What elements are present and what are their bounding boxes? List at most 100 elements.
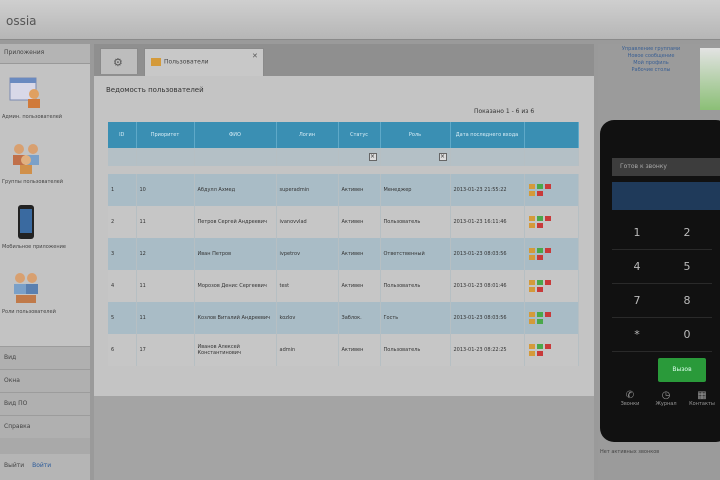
lock-icon[interactable]: [536, 255, 543, 260]
app-tile-mobile[interactable]: Мобильное приложение: [0, 202, 90, 267]
cell-name: Иванов Алексей Константинович: [194, 334, 277, 366]
view-icon[interactable]: [536, 216, 543, 221]
delete-icon[interactable]: [544, 184, 551, 189]
sidebar-section-windows[interactable]: Окна: [0, 369, 90, 392]
column-header-id[interactable]: ID: [108, 122, 137, 148]
edit-icon[interactable]: [528, 184, 535, 189]
view-icon[interactable]: [536, 184, 543, 189]
lock-icon[interactable]: [536, 191, 543, 196]
dial-keypad: 12 45 78 * 0: [612, 216, 720, 352]
phone-number-display[interactable]: [612, 182, 720, 210]
login-link[interactable]: Войти: [32, 462, 51, 469]
users-panel: Ведомость пользователей Показано 1 - 6 и…: [94, 76, 594, 396]
tab-users[interactable]: Пользователи: [144, 48, 264, 76]
key-icon[interactable]: [528, 287, 535, 292]
key-4[interactable]: 4: [612, 250, 662, 284]
delete-icon[interactable]: [544, 280, 551, 285]
key-icon[interactable]: [528, 319, 535, 324]
filter-cell[interactable]: [450, 148, 525, 166]
filter-cell[interactable]: [194, 148, 277, 166]
table-row[interactable]: 2 11 Петров Сергей Андреевич ivanovvlad …: [108, 206, 579, 238]
delete-icon[interactable]: [544, 312, 551, 317]
sidebar-section-software[interactable]: Вид ПО: [0, 392, 90, 415]
cell-status: Активен: [338, 334, 381, 366]
key-0[interactable]: 0: [662, 318, 712, 352]
table-row[interactable]: 1 10 Абдулл Ахмед superadmin Активен Мен…: [108, 174, 579, 206]
key-icon[interactable]: [528, 351, 535, 356]
view-icon[interactable]: [536, 344, 543, 349]
nav-history[interactable]: ◷ Журнал: [648, 390, 684, 407]
contacts-icon: ▦: [697, 390, 707, 401]
role-filter-dropdown[interactable]: ×: [438, 153, 447, 161]
app-tile-user-admin[interactable]: Админ. пользователей: [0, 72, 90, 137]
lock-icon[interactable]: [536, 223, 543, 228]
history-icon: ◷: [661, 390, 671, 401]
filter-cell[interactable]: [136, 148, 195, 166]
table-row[interactable]: 6 17 Иванов Алексей Константинович admin…: [108, 334, 579, 366]
filter-cell[interactable]: [108, 148, 137, 166]
key-2[interactable]: 2: [662, 216, 712, 250]
nav-contacts[interactable]: ▦ Контакты: [684, 390, 720, 407]
key-1[interactable]: 1: [612, 216, 662, 250]
cell-actions: [524, 238, 579, 270]
status-filter-dropdown[interactable]: ×: [368, 153, 377, 161]
filter-cell[interactable]: [276, 148, 339, 166]
column-header-priority[interactable]: Приоритет: [136, 122, 195, 148]
key-icon[interactable]: [528, 223, 535, 228]
key-icon[interactable]: [528, 191, 535, 196]
cell-priority: 10: [136, 174, 195, 206]
key-icon[interactable]: [528, 255, 535, 260]
edit-icon[interactable]: [528, 248, 535, 253]
column-header-login[interactable]: Логин: [276, 122, 339, 148]
sidebar-section-help[interactable]: Справка: [0, 415, 90, 438]
view-icon[interactable]: [536, 312, 543, 317]
view-icon[interactable]: [536, 280, 543, 285]
lock-icon[interactable]: [536, 351, 543, 356]
key-5[interactable]: 5: [662, 250, 712, 284]
unlock-icon[interactable]: [536, 319, 543, 324]
column-header-status[interactable]: Статус: [338, 122, 381, 148]
view-icon[interactable]: [536, 248, 543, 253]
link-manage-groups[interactable]: Управление группами: [606, 46, 696, 53]
table-row[interactable]: 3 12 Иван Петров ivpetrov Активен Ответс…: [108, 238, 579, 270]
edit-icon[interactable]: [528, 344, 535, 349]
column-header-name[interactable]: ФИО: [194, 122, 277, 148]
cell-status: Заблок.: [338, 302, 381, 334]
link-desktops[interactable]: Рабочие столы: [606, 67, 696, 74]
close-icon[interactable]: ✕: [252, 52, 258, 60]
delete-icon[interactable]: [544, 248, 551, 253]
key-star[interactable]: *: [612, 318, 662, 352]
delete-icon[interactable]: [544, 216, 551, 221]
edit-icon[interactable]: [528, 280, 535, 285]
cell-role: Ответственный: [380, 238, 451, 270]
call-button[interactable]: Вызов: [658, 358, 706, 382]
filter-cell[interactable]: ×: [380, 148, 451, 166]
sidebar-section-view[interactable]: Вид: [0, 346, 90, 369]
logout-label[interactable]: Выйти: [4, 462, 24, 469]
key-7[interactable]: 7: [612, 284, 662, 318]
cell-role: Пользователь: [380, 206, 451, 238]
key-8[interactable]: 8: [662, 284, 712, 318]
edit-icon[interactable]: [528, 312, 535, 317]
filter-cell: [524, 148, 579, 166]
link-new-message[interactable]: Новое сообщение: [606, 53, 696, 60]
app-tile-user-roles[interactable]: Роли пользователей: [0, 267, 90, 332]
app-tile-label: Группы пользователей: [2, 179, 63, 185]
gear-icon: ⚙: [113, 56, 123, 69]
link-my-profile[interactable]: Мой профиль: [606, 60, 696, 67]
edit-icon[interactable]: [528, 216, 535, 221]
column-header-role[interactable]: Роль: [380, 122, 451, 148]
users-table: ID Приоритет ФИО Логин Статус Роль Дата …: [108, 122, 579, 366]
table-row[interactable]: 4 11 Морозов Денис Сергеевич test Активе…: [108, 270, 579, 302]
lock-icon[interactable]: [536, 287, 543, 292]
tab-home[interactable]: ⚙: [100, 48, 138, 74]
table-row[interactable]: 5 11 Козлов Виталий Андреевич kozlov Заб…: [108, 302, 579, 334]
filter-cell[interactable]: ×: [338, 148, 381, 166]
delete-icon[interactable]: [544, 344, 551, 349]
cell-role: Пользователь: [380, 270, 451, 302]
column-header-last-login[interactable]: Дата последнего входа: [450, 122, 525, 148]
phone-nav: ✆ Звонки ◷ Журнал ▦ Контакты: [612, 390, 720, 420]
cell-id: 6: [108, 334, 137, 366]
nav-calls[interactable]: ✆ Звонки: [612, 390, 648, 407]
app-tile-user-groups[interactable]: Группы пользователей: [0, 137, 90, 202]
